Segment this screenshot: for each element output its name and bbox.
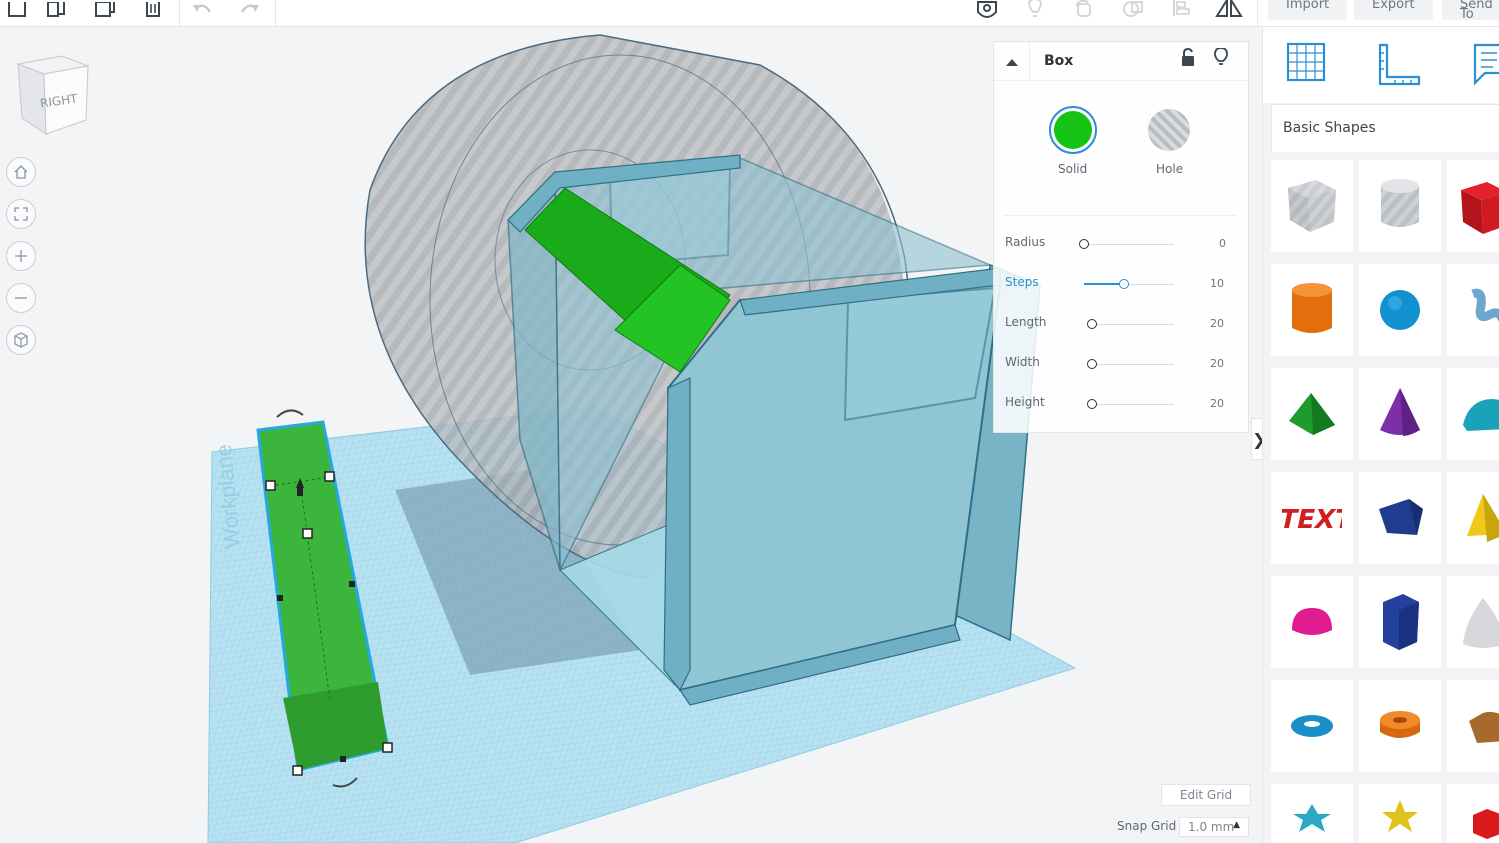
height-slider[interactable] [1087,399,1097,409]
zoom-in-button[interactable] [6,241,36,271]
shape-category-label: Basic Shapes [1283,120,1376,136]
export-button[interactable]: Export [1354,0,1433,20]
duplicate-icon[interactable] [88,0,122,22]
solid-label: Solid [1058,162,1088,176]
collapse-icon[interactable] [1004,53,1020,72]
resize-handle[interactable] [340,756,346,762]
minus-icon [15,297,27,299]
resize-handle[interactable] [277,595,283,601]
lightbulb-icon[interactable] [1018,0,1052,22]
copy-icon[interactable] [40,0,74,22]
steps-value[interactable]: 10 [1204,277,1224,290]
caret-up-icon: ▲ [1233,820,1240,830]
shape-text[interactable]: TEXT [1271,472,1353,564]
steps-slider[interactable] [1119,279,1129,289]
length-value[interactable]: 20 [1204,317,1224,330]
width-slider[interactable] [1087,359,1097,369]
fit-view-button[interactable] [6,199,36,229]
resize-handle[interactable] [265,480,276,491]
shape-box-hole[interactable] [1271,160,1353,252]
svg-text:TEXT: TEXT [1282,505,1342,535]
shape-roof[interactable] [1271,368,1353,460]
shape-notes-icon[interactable] [970,0,1004,22]
send-to-button[interactable]: Send To [1442,0,1499,21]
new-shape-icon[interactable] [0,0,34,22]
hole-label: Hole [1156,162,1184,176]
perspective-button[interactable] [6,325,36,355]
home-view-button[interactable] [6,157,36,187]
shape-pentagon-prism[interactable] [1359,576,1441,668]
radius-slider[interactable] [1079,239,1089,249]
shape-tube[interactable] [1359,680,1441,772]
snap-grid-select[interactable]: 1.0 mm ▲ [1179,817,1249,837]
shape-scribble[interactable] [1447,264,1499,356]
shape-pyramid[interactable] [1447,472,1499,564]
height-value[interactable]: 20 [1204,397,1224,410]
solid-swatch [1054,111,1092,149]
shape-round-roof[interactable] [1447,368,1499,460]
inspector-header: Box [994,42,1248,81]
edit-grid-button[interactable]: Edit Grid [1161,784,1251,806]
import-button[interactable]: Import [1268,0,1348,20]
ungroup-icon[interactable] [1116,0,1150,22]
zoom-out-button[interactable] [6,283,36,313]
shape-star[interactable] [1271,784,1353,843]
radius-value[interactable]: 0 [1206,237,1226,250]
resize-handle[interactable] [292,765,303,776]
undo-icon[interactable] [186,0,220,22]
ruler-icon[interactable] [1377,43,1423,91]
shape-heart[interactable] [1447,680,1499,772]
snap-grid-value: 1.0 mm [1188,820,1235,834]
workplane-grid-icon[interactable] [1285,41,1329,89]
resize-handle[interactable] [302,528,313,539]
unlock-icon[interactable] [1180,47,1196,72]
shape-polygon[interactable] [1359,472,1441,564]
shape-icosahedron[interactable] [1447,784,1499,843]
panel-tabs [1263,27,1499,103]
plus-icon [15,250,27,262]
snap-grid-label: Snap Grid [1117,819,1177,833]
inspector-title: Box [1044,53,1074,69]
home-icon [14,165,28,179]
redo-icon[interactable] [232,0,266,22]
shape-category-select[interactable]: Basic Shapes [1271,104,1499,152]
resize-handle[interactable] [382,742,393,753]
shape-box[interactable] [1447,160,1499,252]
cube-icon [14,332,28,348]
hole-button[interactable] [1148,109,1190,151]
rotate-arrow-icon[interactable] [276,409,304,418]
group-icon[interactable] [1068,0,1102,22]
shape-sphere[interactable] [1359,264,1441,356]
solid-button[interactable] [1049,106,1097,154]
resize-handle[interactable] [324,471,335,482]
shape-paraboloid[interactable] [1447,576,1499,668]
shape-torus[interactable] [1271,680,1353,772]
shape-cone[interactable] [1359,368,1441,460]
shape-cylinder[interactable] [1271,264,1353,356]
shapes-panel: Basic Shapes TEXT [1262,27,1499,843]
delete-icon[interactable] [136,0,170,22]
width-value[interactable]: 20 [1204,357,1224,370]
lightbulb-icon[interactable] [1213,47,1229,72]
mirror-icon[interactable] [1212,0,1246,22]
fit-all-icon [14,207,28,221]
view-cube[interactable]: RIGHT [14,54,92,136]
top-toolbar: Import Export Send To [0,0,1499,27]
shape-star-gold[interactable] [1359,784,1441,843]
shape-inspector: Box Solid Hole Radius 0 Steps 10 Length … [993,41,1249,433]
align-icon[interactable] [1164,0,1198,22]
resize-handle[interactable] [349,581,355,587]
notes-icon[interactable] [1471,43,1499,91]
shape-half-sphere[interactable] [1271,576,1353,668]
shape-cylinder-hole[interactable] [1359,160,1441,252]
length-slider[interactable] [1087,319,1097,329]
